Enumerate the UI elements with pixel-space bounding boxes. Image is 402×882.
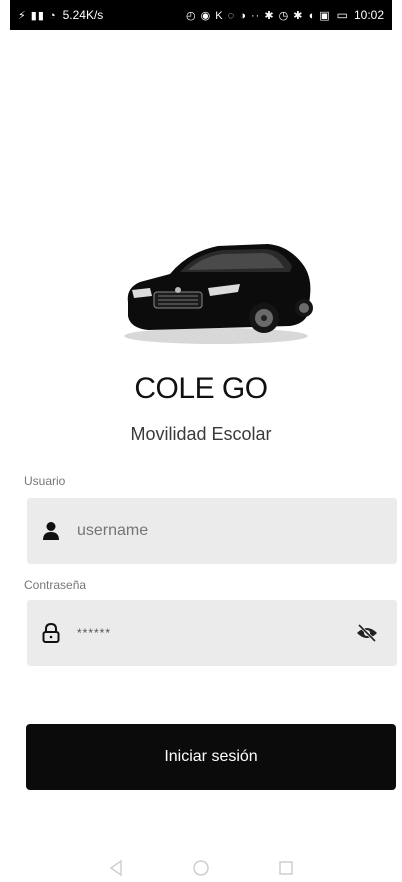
username-label: Usuario [24, 474, 66, 488]
status-bar: ⚡ ▮▮ ◔ 5.24K/s ◴ ◉ K ◌ ◑ ·· ✱ ◷ ✱ ◖ ▣ ▭ … [10, 0, 392, 30]
login-button[interactable]: Iniciar sesión [26, 724, 396, 790]
password-label: Contraseña [24, 578, 87, 592]
status-right: ◴ ◉ K ◌ ◑ ·· ✱ ◷ ✱ ◖ ▣ ▭ 10:02 [186, 8, 384, 22]
status-left: ⚡ ▮▮ ◔ 5.24K/s [18, 8, 103, 22]
user-icon [41, 521, 61, 541]
recents-square-icon[interactable] [279, 860, 293, 880]
username-input[interactable] [77, 522, 397, 540]
password-input[interactable] [77, 626, 355, 640]
signal-icons: ⚡ ▮▮ ◔ [18, 9, 57, 22]
network-speed: 5.24K/s [62, 8, 104, 22]
back-triangle-icon[interactable] [109, 859, 123, 881]
username-field-container[interactable] [27, 498, 397, 564]
eye-off-icon[interactable] [355, 621, 379, 645]
notification-icons: ◴ ◉ K ◌ ◑ ·· ✱ ◷ ✱ ◖ ▣ [185, 9, 331, 22]
status-time: 10:02 [353, 8, 384, 22]
battery-icon: ▭ [336, 8, 348, 22]
system-nav-bar [0, 858, 402, 882]
home-circle-icon[interactable] [193, 859, 209, 881]
lock-icon [41, 623, 61, 643]
password-field-container[interactable] [27, 600, 397, 666]
app-title: COLE GO [134, 372, 268, 405]
app-subtitle: Movilidad Escolar [130, 424, 272, 444]
car-image [124, 244, 313, 344]
car-logo [118, 232, 314, 346]
